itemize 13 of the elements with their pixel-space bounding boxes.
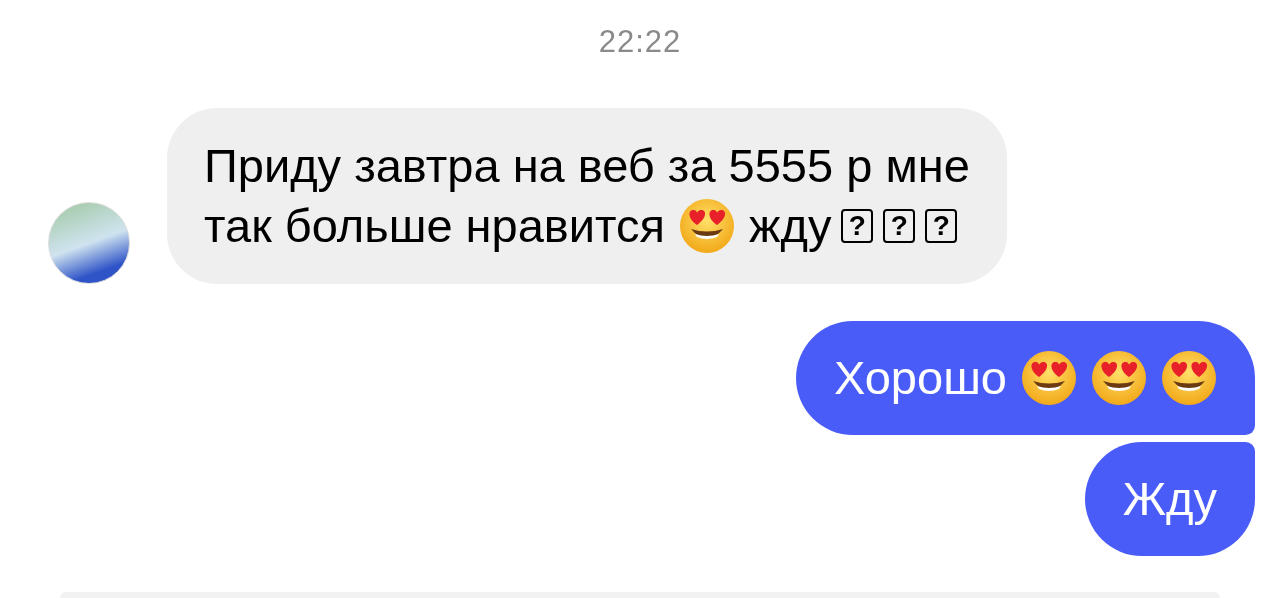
message-text: Жду <box>1122 471 1217 527</box>
heart-eyes-emoji-icon <box>1021 350 1077 406</box>
message-text: так больше нравится <box>204 198 665 254</box>
message-text: жду <box>749 198 832 254</box>
message-text: Хорошо <box>833 350 1007 406</box>
missing-glyph-box: ? <box>883 209 916 243</box>
heart-eyes-emoji-icon <box>1161 350 1217 406</box>
message-timestamp: 22:22 <box>598 24 682 60</box>
heart-eyes-emoji-icon <box>1091 350 1147 406</box>
message-text: Приду завтра на веб за 5555 р мне <box>204 138 970 194</box>
heart-eyes-emoji-icon <box>679 198 735 254</box>
missing-glyph-box: ? <box>925 209 958 243</box>
missing-glyph-box: ? <box>841 209 874 243</box>
